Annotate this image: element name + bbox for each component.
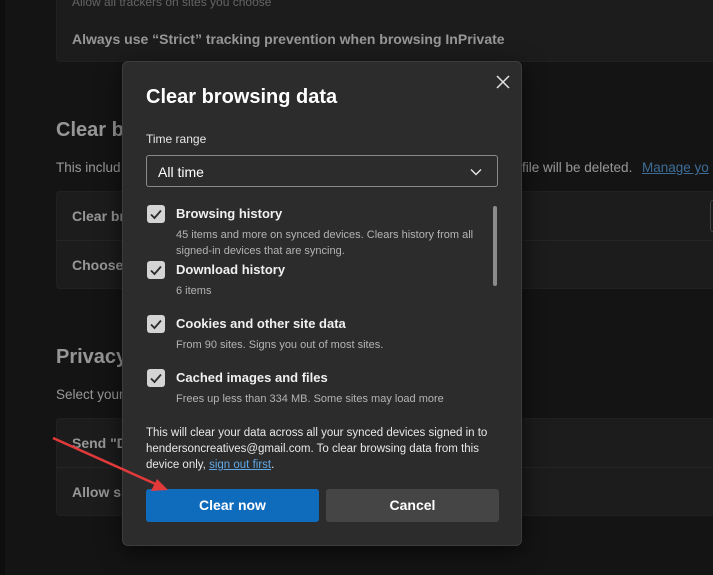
annotation-arrow-icon: [52, 436, 168, 491]
